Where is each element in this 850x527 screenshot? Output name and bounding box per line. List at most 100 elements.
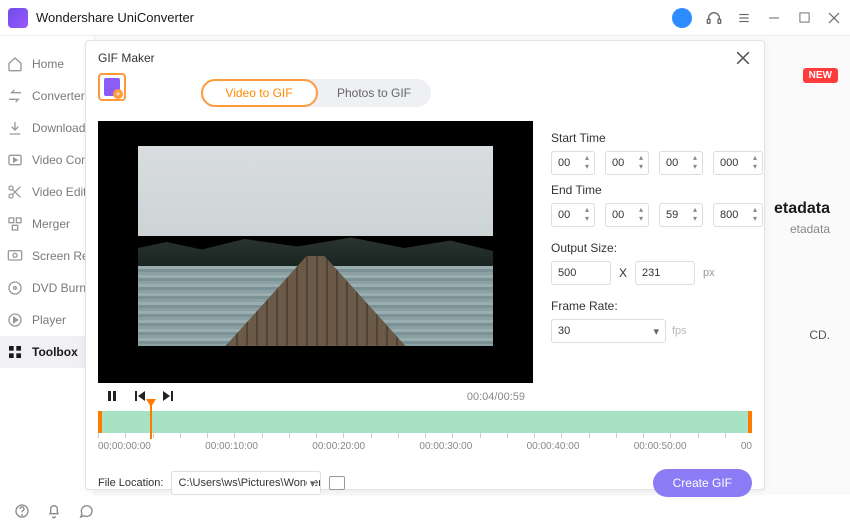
sidebar-label: Home [32, 57, 64, 71]
new-badge: NEW [803, 68, 838, 83]
compress-icon [6, 151, 24, 169]
file-location-label: File Location: [98, 477, 163, 489]
bottombar [0, 495, 108, 527]
end-time-label: End Time [551, 183, 763, 197]
scissors-icon [6, 183, 24, 201]
frame-rate-label: Frame Rate: [551, 299, 763, 313]
close-button[interactable] [826, 10, 842, 26]
start-time-label: Start Time [551, 131, 763, 145]
start-minutes-input[interactable]: 00▴▾ [605, 151, 649, 175]
feedback-icon[interactable] [78, 503, 94, 519]
bg-text: CD. [809, 328, 830, 342]
up-arrow-icon[interactable]: ▴ [582, 206, 592, 214]
home-icon [6, 55, 24, 73]
maximize-button[interactable] [796, 10, 812, 26]
avatar-icon[interactable] [672, 8, 692, 28]
down-arrow-icon[interactable]: ▾ [690, 215, 700, 223]
up-arrow-icon[interactable]: ▴ [750, 154, 760, 162]
sidebar-item-home[interactable]: Home [0, 48, 94, 80]
timeline[interactable]: 00:00:00:0000:00:10:0000:00:20:0000:00:3… [98, 411, 752, 457]
up-arrow-icon[interactable]: ▴ [750, 206, 760, 214]
sidebar: Home Converter Downloader Video Compress… [0, 36, 95, 495]
prev-button[interactable] [134, 390, 148, 404]
video-preview[interactable]: 00:04/00:59 [98, 121, 533, 411]
timeline-labels: 00:00:00:0000:00:10:0000:00:20:0000:00:3… [98, 441, 752, 452]
minimize-button[interactable] [766, 10, 782, 26]
up-arrow-icon[interactable]: ▴ [582, 154, 592, 162]
start-seconds-input[interactable]: 00▴▾ [659, 151, 703, 175]
next-button[interactable] [162, 390, 176, 404]
up-arrow-icon[interactable]: ▴ [636, 206, 646, 214]
plus-icon: + [113, 89, 123, 99]
sidebar-item-compressor[interactable]: Video Compressor [0, 144, 94, 176]
gif-maker-modal: GIF Maker + Video to GIF Photos to GIF 0… [85, 40, 765, 490]
sidebar-item-editor[interactable]: Video Editor [0, 176, 94, 208]
folder-icon[interactable] [329, 476, 345, 490]
bg-text: etadata [774, 200, 830, 218]
bg-text: etadata [790, 222, 830, 236]
end-hours-input[interactable]: 00▴▾ [551, 203, 595, 227]
output-width-input[interactable]: 500 [551, 261, 611, 285]
mode-tabs: Video to GIF Photos to GIF [201, 79, 431, 107]
frame-rate-select[interactable]: 30 [551, 319, 666, 343]
sidebar-item-dvd[interactable]: DVD Burner [0, 272, 94, 304]
tab-video-to-gif[interactable]: Video to GIF [201, 79, 318, 107]
start-hours-input[interactable]: 00▴▾ [551, 151, 595, 175]
play-icon [6, 311, 24, 329]
recorder-icon [6, 247, 24, 265]
timeline-track[interactable] [98, 411, 752, 433]
file-location-select[interactable]: C:\Users\ws\Pictures\Wonders [171, 471, 321, 495]
down-arrow-icon[interactable]: ▾ [636, 215, 646, 223]
merger-icon [6, 215, 24, 233]
bell-icon[interactable] [46, 503, 62, 519]
sidebar-label: Toolbox [32, 345, 78, 359]
playhead[interactable] [150, 405, 152, 439]
down-arrow-icon[interactable]: ▾ [636, 163, 646, 171]
end-ms-input[interactable]: 800▴▾ [713, 203, 763, 227]
sidebar-item-merger[interactable]: Merger [0, 208, 94, 240]
down-arrow-icon[interactable]: ▾ [750, 215, 760, 223]
help-icon[interactable] [14, 503, 30, 519]
sidebar-item-recorder[interactable]: Screen Recorder [0, 240, 94, 272]
disc-icon [6, 279, 24, 297]
end-minutes-input[interactable]: 00▴▾ [605, 203, 649, 227]
down-arrow-icon[interactable]: ▾ [750, 163, 760, 171]
download-icon [6, 119, 24, 137]
output-size-label: Output Size: [551, 241, 763, 255]
app-logo-icon [8, 8, 28, 28]
sidebar-item-player[interactable]: Player [0, 304, 94, 336]
modal-title: GIF Maker [98, 51, 734, 65]
down-arrow-icon[interactable]: ▾ [582, 163, 592, 171]
x-separator: X [619, 266, 627, 280]
up-arrow-icon[interactable]: ▴ [636, 154, 646, 162]
px-label: px [703, 267, 715, 279]
menu-icon[interactable] [736, 10, 752, 26]
sidebar-item-converter[interactable]: Converter [0, 80, 94, 112]
add-media-button[interactable]: + [98, 73, 126, 101]
converter-icon [6, 87, 24, 105]
tab-photos-to-gif[interactable]: Photos to GIF [318, 79, 431, 107]
down-arrow-icon[interactable]: ▾ [582, 215, 592, 223]
up-arrow-icon[interactable]: ▴ [690, 206, 700, 214]
titlebar: Wondershare UniConverter [0, 0, 850, 36]
app-title: Wondershare UniConverter [36, 10, 672, 25]
sidebar-item-toolbox[interactable]: Toolbox [0, 336, 94, 368]
end-seconds-input[interactable]: 59▴▾ [659, 203, 703, 227]
toolbox-icon [6, 343, 24, 361]
player-controls: 00:04/00:59 [98, 383, 533, 411]
close-icon[interactable] [734, 49, 752, 67]
headset-icon[interactable] [706, 10, 722, 26]
sidebar-label: Player [32, 313, 66, 327]
sidebar-label: Merger [32, 217, 70, 231]
output-height-input[interactable]: 231 [635, 261, 695, 285]
up-arrow-icon[interactable]: ▴ [690, 154, 700, 162]
player-time: 00:04/00:59 [467, 391, 525, 403]
fps-label: fps [672, 325, 687, 337]
start-ms-input[interactable]: 000▴▾ [713, 151, 763, 175]
video-frame [138, 146, 493, 346]
sidebar-label: Converter [32, 89, 85, 103]
sidebar-item-downloader[interactable]: Downloader [0, 112, 94, 144]
create-gif-button[interactable]: Create GIF [653, 469, 752, 497]
pause-button[interactable] [106, 390, 120, 404]
down-arrow-icon[interactable]: ▾ [690, 163, 700, 171]
